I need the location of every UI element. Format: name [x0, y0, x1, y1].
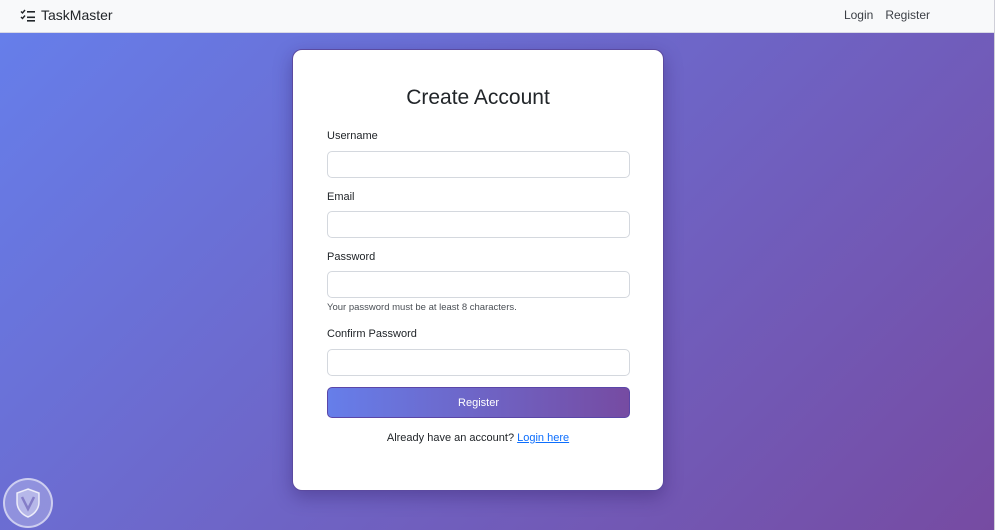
nav-register-link[interactable]: Register [885, 8, 930, 22]
password-help-text: Your password must be at least 8 charact… [327, 302, 517, 313]
confirm-password-label: Confirm Password [327, 328, 417, 340]
username-input[interactable] [327, 151, 630, 178]
shield-logo-icon [3, 478, 53, 528]
brand-name: TaskMaster [41, 7, 113, 23]
register-card: Create Account Username Email Password Y… [292, 49, 664, 491]
username-label: Username [327, 130, 378, 142]
top-navbar: TaskMaster Login Register [0, 0, 994, 33]
checklist-icon [20, 9, 35, 22]
password-input[interactable] [327, 271, 630, 298]
window-edge [994, 0, 1000, 530]
nav-links: Login Register [844, 8, 930, 22]
confirm-password-input[interactable] [327, 349, 630, 376]
register-button[interactable]: Register [327, 387, 630, 418]
page-title: Create Account [406, 86, 550, 109]
email-input[interactable] [327, 211, 630, 238]
login-prompt: Already have an account? Login here [293, 432, 663, 444]
nav-login-link[interactable]: Login [844, 8, 873, 22]
password-label: Password [327, 251, 376, 263]
login-prompt-text: Already have an account? [386, 432, 515, 444]
brand[interactable]: TaskMaster [20, 7, 113, 23]
email-label: Email [327, 191, 355, 203]
login-here-link[interactable]: Login here [517, 432, 569, 444]
